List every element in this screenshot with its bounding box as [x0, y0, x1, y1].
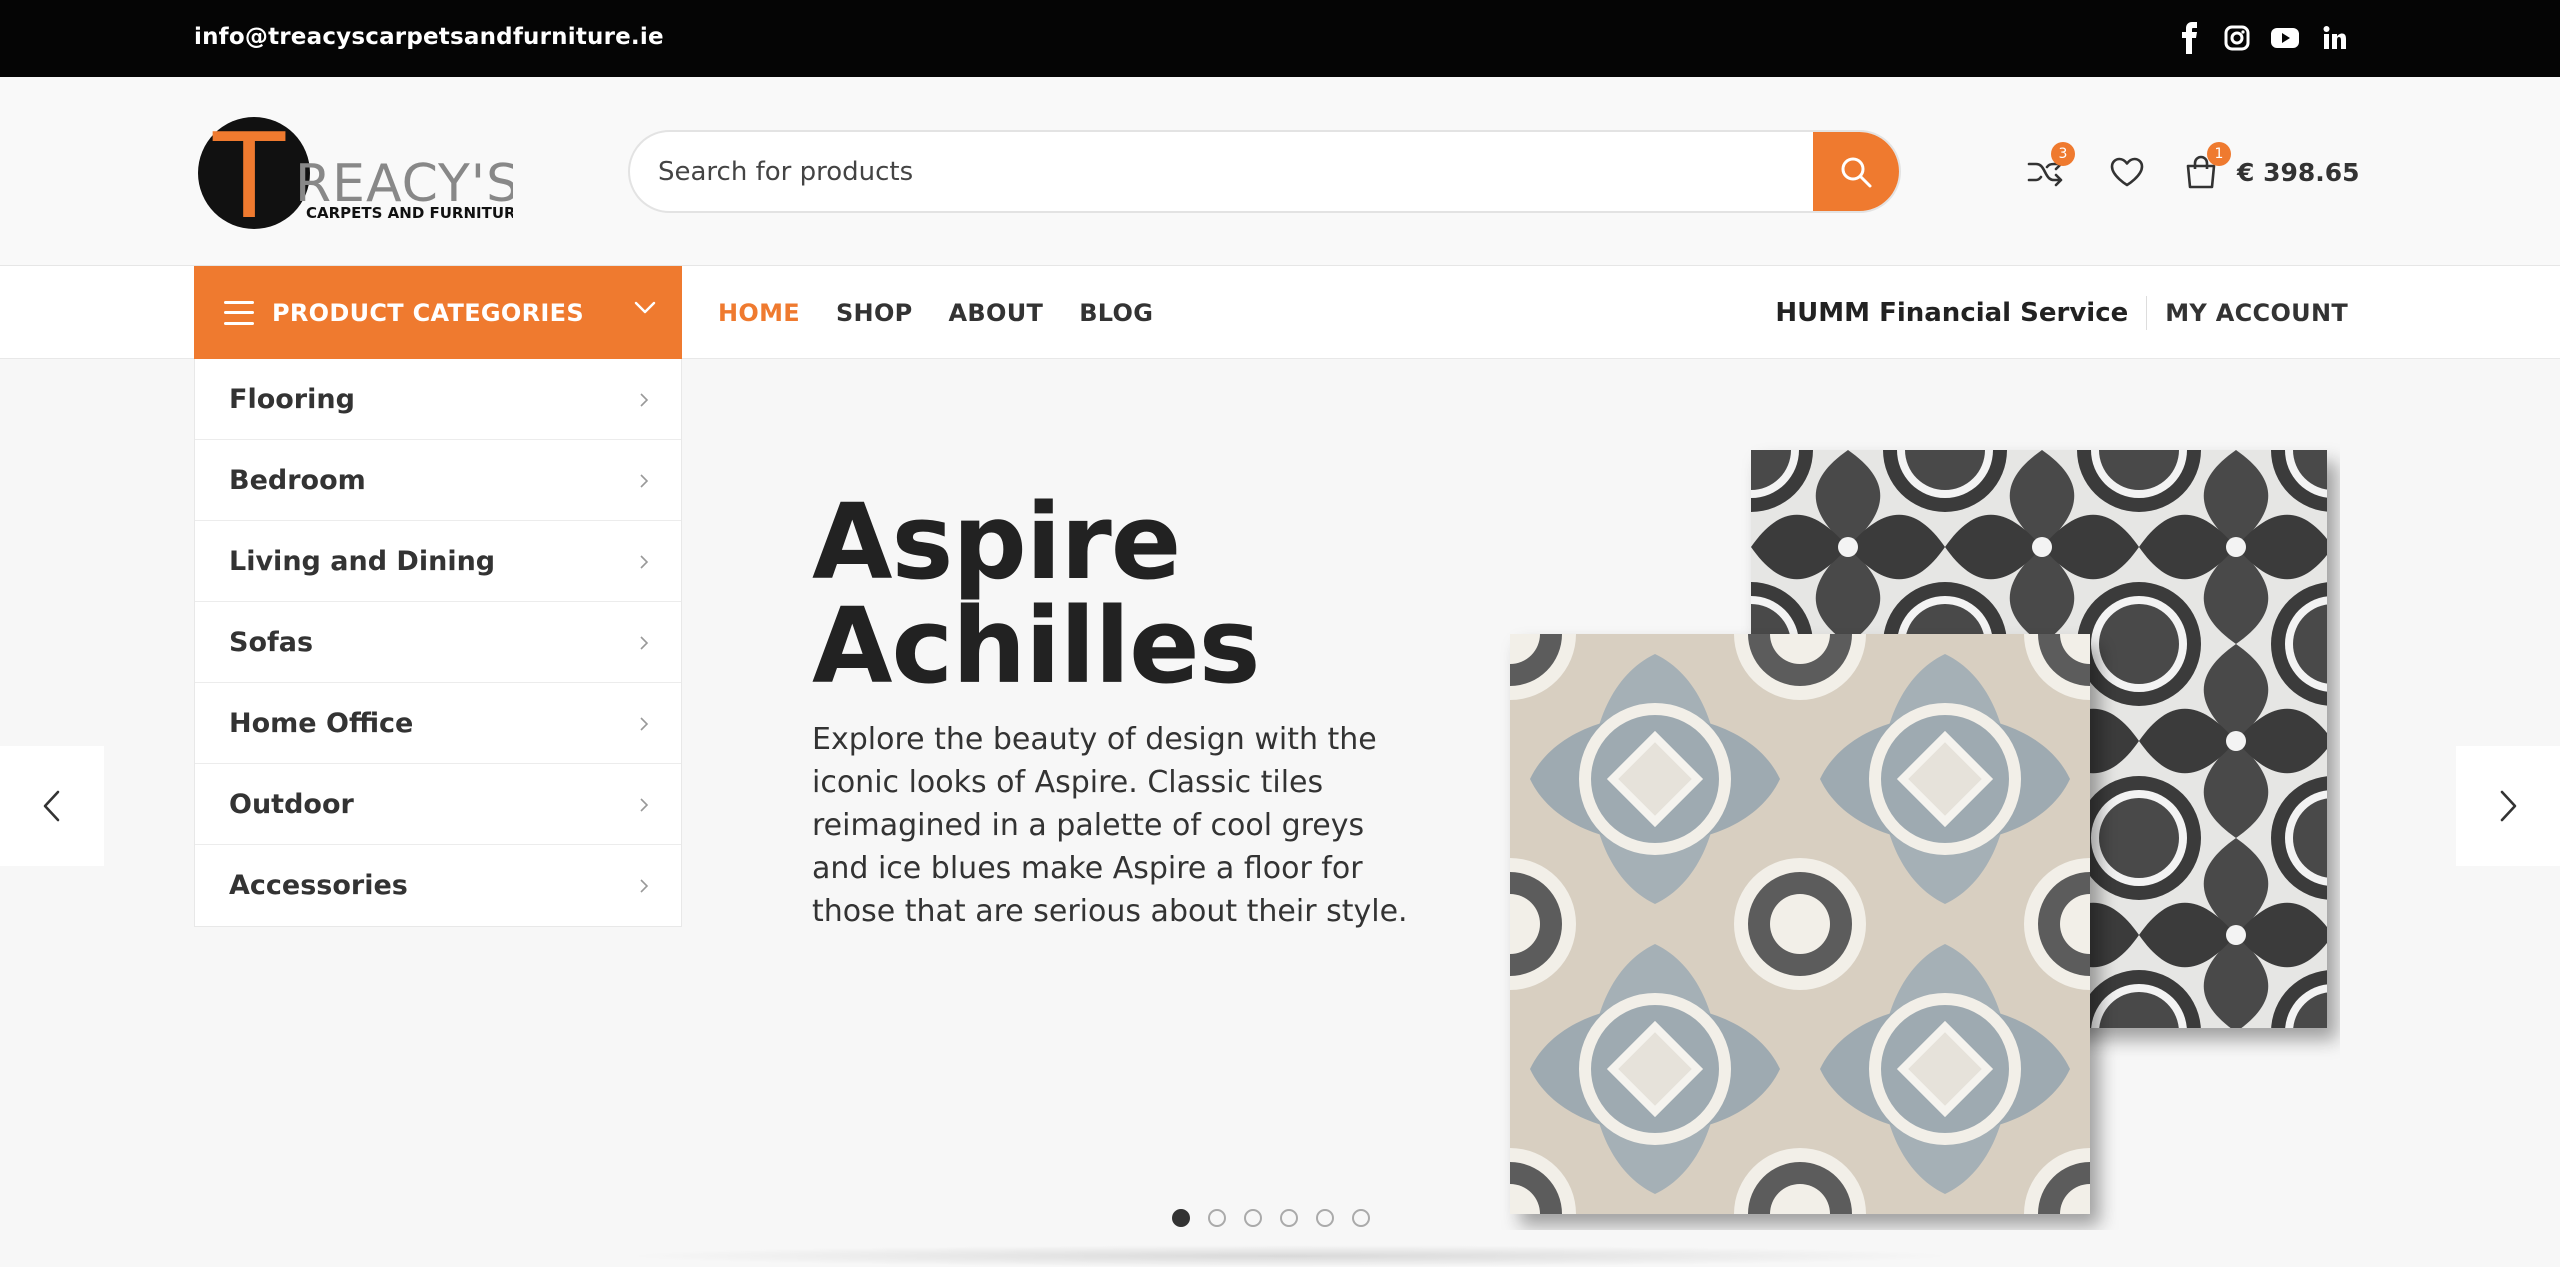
nav-home[interactable]: HOME: [718, 299, 800, 327]
navigation-bar: PRODUCT CATEGORIES HOME SHOP ABOUT BLOG …: [0, 266, 2560, 359]
category-item-flooring[interactable]: Flooring: [195, 359, 681, 440]
compare-button[interactable]: 3: [2023, 142, 2075, 194]
category-item-bedroom[interactable]: Bedroom: [195, 440, 681, 521]
category-label: Sofas: [229, 626, 314, 658]
instagram-icon[interactable]: [2224, 20, 2250, 56]
category-label: Living and Dining: [229, 545, 496, 577]
slider-dot-6[interactable]: [1352, 1209, 1370, 1227]
hero-title-line-2: Achilles: [812, 585, 1261, 707]
nav-divider: [2146, 295, 2148, 330]
chevron-right-icon: [640, 474, 649, 488]
search-button[interactable]: [1813, 132, 1899, 211]
hero-title: Aspire Achilles: [812, 481, 1261, 707]
site-header: T REACY'S CARPETS AND FURNITURE 3 1 € 39…: [0, 77, 2560, 266]
category-label: Flooring: [229, 383, 355, 415]
search-icon: [1841, 157, 1872, 187]
hero-tiles-image: [1500, 440, 2340, 1230]
heart-icon: [2110, 157, 2144, 187]
menu-icon: [224, 300, 254, 325]
slider-pagination: [1172, 1209, 1370, 1227]
nav-about[interactable]: ABOUT: [949, 299, 1044, 327]
cart-count-badge: 1: [2207, 142, 2231, 166]
chevron-right-icon: [640, 393, 649, 407]
youtube-icon[interactable]: [2270, 20, 2300, 56]
svg-text:T: T: [212, 117, 286, 229]
facebook-icon[interactable]: [2178, 20, 2202, 56]
search-input[interactable]: [658, 132, 1798, 211]
main-nav: HOME SHOP ABOUT BLOG: [718, 266, 1153, 359]
nav-shop[interactable]: SHOP: [836, 299, 913, 327]
humm-financial-link[interactable]: HUMM Financial Service: [1775, 298, 2128, 328]
social-links: [2178, 20, 2346, 56]
search-bar: [628, 130, 1901, 213]
linkedin-icon[interactable]: [2322, 20, 2346, 56]
hero-title-line-1: Aspire: [812, 481, 1181, 603]
product-categories-label: PRODUCT CATEGORIES: [272, 298, 584, 327]
compare-count-badge: 3: [2051, 142, 2075, 166]
chevron-right-icon: [640, 798, 649, 812]
category-label: Accessories: [229, 870, 408, 901]
slider-dot-5[interactable]: [1316, 1209, 1334, 1227]
svg-text:CARPETS AND FURNITURE: CARPETS AND FURNITURE: [306, 204, 513, 222]
slider-dot-1[interactable]: [1172, 1209, 1190, 1227]
category-label: Bedroom: [229, 464, 366, 496]
slider-prev-button[interactable]: [0, 746, 104, 866]
slider-dot-3[interactable]: [1244, 1209, 1262, 1227]
secondary-nav: HUMM Financial Service MY ACCOUNT: [1775, 266, 2348, 359]
header-actions: 3 1 € 398.65: [2023, 142, 2360, 197]
chevron-right-icon: [640, 879, 649, 893]
slider-next-button[interactable]: [2456, 746, 2560, 866]
chevron-left-icon: [43, 790, 60, 822]
category-menu: Flooring Bedroom Living and Dining Sofas…: [194, 359, 682, 927]
category-label: Home Office: [229, 707, 414, 739]
contact-email-link[interactable]: info@treacyscarpetsandfurniture.ie: [194, 24, 664, 50]
top-bar: info@treacyscarpetsandfurniture.ie: [0, 0, 2560, 77]
category-item-home-office[interactable]: Home Office: [195, 683, 681, 764]
category-item-accessories[interactable]: Accessories: [195, 845, 681, 926]
product-categories-toggle[interactable]: PRODUCT CATEGORIES: [194, 266, 682, 359]
chevron-right-icon: [640, 636, 649, 650]
my-account-link[interactable]: MY ACCOUNT: [2165, 299, 2348, 327]
hero-description: Explore the beauty of design with the ic…: [812, 722, 1408, 929]
chevron-down-icon: [634, 301, 656, 314]
category-label: Outdoor: [229, 788, 354, 820]
cart-total[interactable]: € 398.65: [2237, 158, 2360, 187]
category-item-sofas[interactable]: Sofas: [195, 602, 681, 683]
light-tile-sample: [1510, 634, 2090, 1214]
category-item-outdoor[interactable]: Outdoor: [195, 764, 681, 845]
cart-button[interactable]: 1: [2179, 142, 2231, 194]
chevron-right-icon: [640, 717, 649, 731]
site-logo[interactable]: T REACY'S CARPETS AND FURNITURE: [193, 107, 526, 245]
chevron-right-icon: [640, 555, 649, 569]
slider-dot-2[interactable]: [1208, 1209, 1226, 1227]
nav-blog[interactable]: BLOG: [1079, 299, 1153, 327]
category-item-living-and-dining[interactable]: Living and Dining: [195, 521, 681, 602]
slider-dot-4[interactable]: [1280, 1209, 1298, 1227]
wishlist-button[interactable]: [2105, 150, 2149, 194]
chevron-right-icon: [2500, 790, 2517, 822]
section-shadow: [620, 1245, 1960, 1267]
